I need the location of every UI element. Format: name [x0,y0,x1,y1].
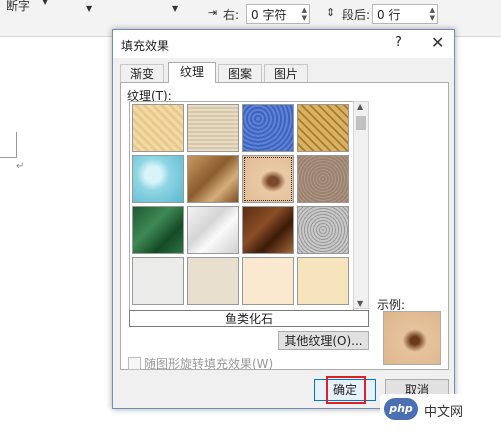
texture-canvas[interactable] [187,104,239,152]
texture-blue-tissue[interactable] [242,104,294,152]
texture-recycled-paper[interactable] [187,257,239,305]
tab-gradient[interactable]: 渐变 [120,64,164,82]
selected-texture-name: 鱼类化石 [129,310,369,327]
texture-panel: 纹理(T): ▲ ▼ 鱼类化石 其他纹理(O)... 示例: 随图形旋转填充效果… [120,82,449,372]
texture-green-marble[interactable] [132,206,184,254]
dialog-title: 填充效果 [121,39,170,53]
texture-granite[interactable] [297,206,349,254]
fill-effects-dialog: 填充效果 ? ✕ 渐变 纹理 图案 图片 纹理(T): ▲ ▼ 鱼类化石 其他纹… [112,29,455,409]
texture-woven-mat[interactable] [297,104,349,152]
watermark: php 中文网 [380,394,496,424]
texture-brown-marble[interactable] [242,206,294,254]
rotate-with-shape-row[interactable]: 随图形旋转填充效果(W) [128,355,273,372]
ribbon-font-fragment[interactable]: 断字 [6,0,30,14]
dialog-titlebar[interactable]: 填充效果 ? ✕ [113,30,454,58]
spacing-after-spinner[interactable]: 0 行 ▲ ▼ [372,4,438,24]
other-textures-button[interactable]: 其他纹理(O)... [278,331,369,350]
dropdown-arrow-icon[interactable]: ▼ [172,4,178,13]
example-preview [383,311,441,365]
texture-parchment[interactable] [242,257,294,305]
scroll-thumb[interactable] [356,116,366,130]
tab-texture[interactable]: 纹理 [168,62,216,83]
texture-gallery[interactable] [129,101,354,311]
texture-newsprint[interactable] [132,257,184,305]
texture-water-droplets[interactable] [132,155,184,203]
texture-stationery[interactable] [297,257,349,305]
margin-mark [0,157,17,158]
php-logo: php [384,398,418,420]
rotate-with-shape-label: 随图形旋转填充效果(W) [144,357,274,371]
dropdown-arrow-icon[interactable]: ▼ [42,0,48,6]
close-icon[interactable]: ✕ [431,33,444,52]
scroll-down-icon[interactable]: ▼ [357,299,363,308]
texture-papyrus[interactable] [132,104,184,152]
texture-white-marble[interactable] [187,206,239,254]
scroll-up-icon[interactable]: ▲ [357,102,363,111]
indent-right-value: 0 字符 [251,8,287,22]
rotate-with-shape-checkbox[interactable] [128,357,141,370]
margin-mark [16,132,17,158]
texture-sand[interactable] [297,155,349,203]
watermark-text: 中文网 [424,405,464,420]
indent-right-label: 右: [223,8,240,22]
help-button[interactable]: ? [395,35,402,50]
spacing-after-icon: ⇕ [326,6,336,19]
paragraph-mark-icon: ↵ [16,161,25,172]
indent-right-spinner[interactable]: 0 字符 ▲ ▼ [246,4,310,24]
dropdown-arrow-icon[interactable]: ▼ [86,4,92,13]
indent-right-icon: ⇥ [208,6,218,19]
tab-picture[interactable]: 图片 [264,64,308,82]
spinner-arrows-icon[interactable]: ▲ ▼ [430,6,435,22]
spacing-after-value: 0 行 [377,8,401,22]
tab-pattern[interactable]: 图案 [218,64,262,82]
texture-fish-fossil[interactable] [242,155,294,203]
texture-scrollbar[interactable]: ▲ ▼ [353,101,369,309]
texture-paper-bag[interactable] [187,155,239,203]
spinner-arrows-icon[interactable]: ▲ ▼ [302,6,307,22]
spacing-after-label: 段后: [342,8,371,22]
highlight-box [326,376,366,404]
